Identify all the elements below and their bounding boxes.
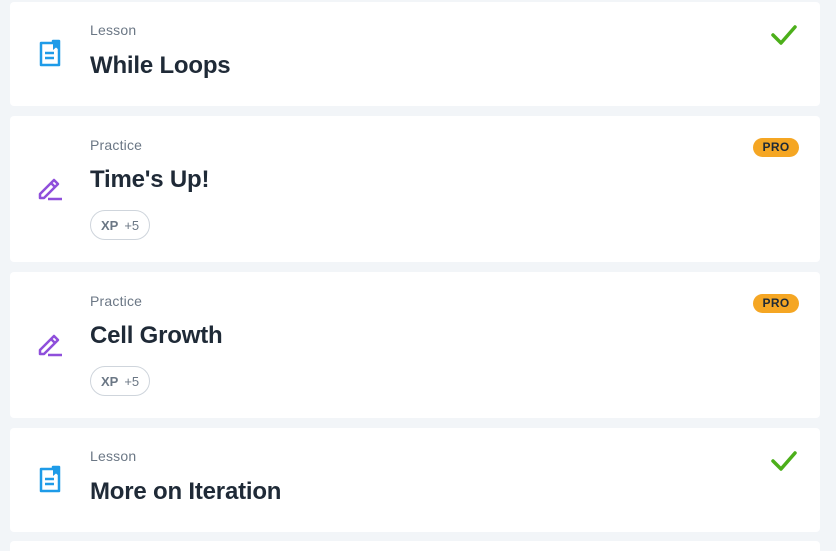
card-type-label: Lesson [90, 22, 137, 38]
pro-badge: PRO [753, 138, 799, 157]
xp-value: +5 [124, 217, 140, 233]
pencil-practice-icon [38, 334, 62, 357]
xp-reward-pill: XP +5 [90, 210, 151, 240]
check-icon [771, 451, 797, 471]
card-title: Time's Up! [90, 166, 210, 193]
card-title: While Loops [90, 52, 231, 79]
xp-label: XP [101, 217, 119, 233]
lesson-document-icon [39, 39, 61, 67]
card-title: More on Iteration [90, 478, 282, 505]
card-type-label: Practice [90, 293, 143, 309]
next-card-edge [10, 541, 820, 551]
lesson-document-icon [39, 465, 61, 493]
xp-label: XP [101, 373, 119, 389]
lesson-card-while-loops[interactable]: Lesson While Loops [10, 2, 820, 106]
lesson-card-more-on-iteration[interactable]: Lesson More on Iteration [10, 428, 820, 532]
xp-reward-pill: XP +5 [90, 366, 151, 396]
check-icon [771, 25, 797, 45]
card-type-label: Lesson [90, 448, 137, 464]
pencil-practice-icon [38, 178, 62, 201]
card-title: Cell Growth [90, 322, 223, 349]
practice-card-times-up[interactable]: Practice Time's Up! PRO XP +5 [10, 116, 820, 262]
card-type-label: Practice [90, 137, 143, 153]
pro-badge: PRO [753, 294, 799, 313]
xp-value: +5 [124, 373, 140, 389]
practice-card-cell-growth[interactable]: Practice Cell Growth PRO XP +5 [10, 272, 820, 418]
